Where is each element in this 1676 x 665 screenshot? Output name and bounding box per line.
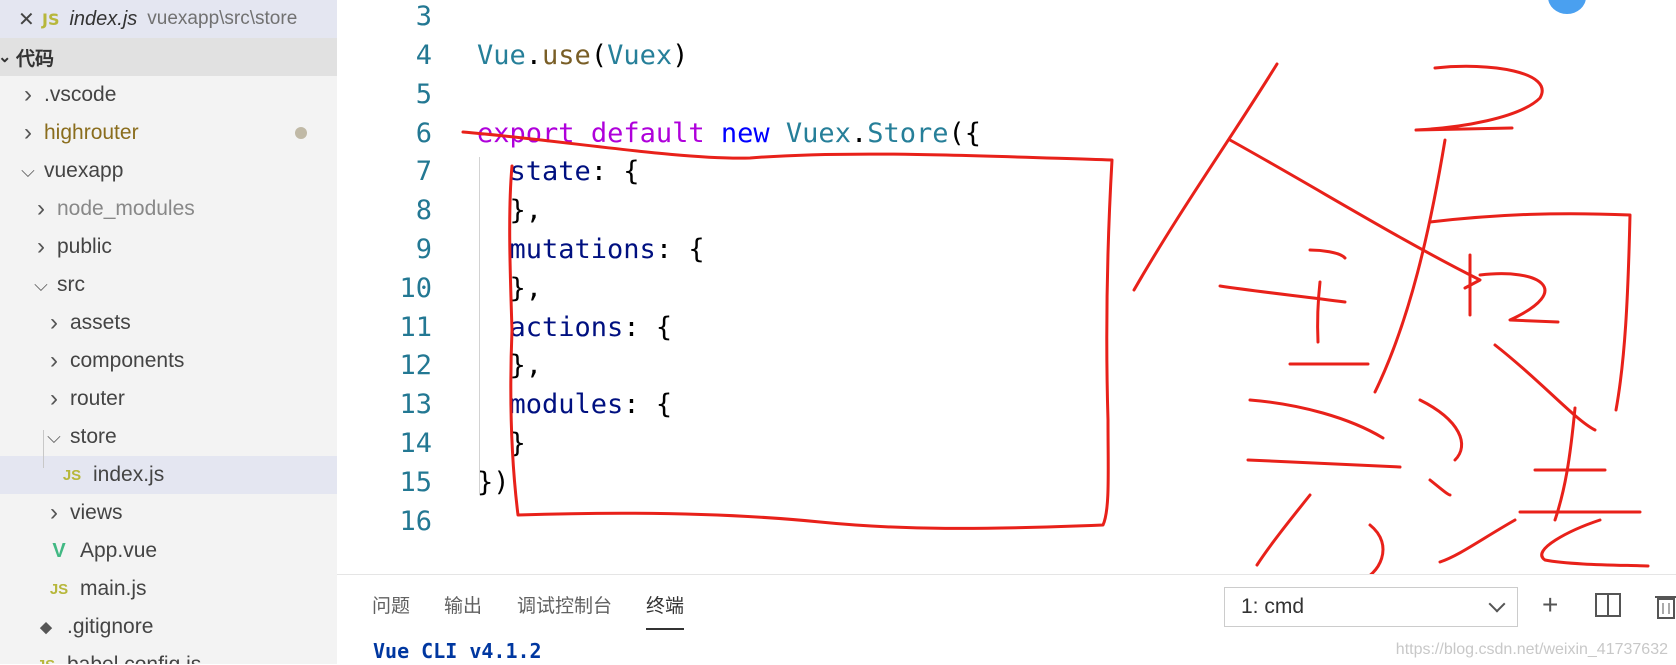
ink-stroke xyxy=(1316,280,1322,344)
ink-stroke xyxy=(1418,398,1464,462)
tab-problems[interactable]: 问题 xyxy=(372,591,410,618)
tab-terminal[interactable]: 终端 xyxy=(646,591,685,630)
trash-icon[interactable] xyxy=(1655,593,1676,619)
ink-stroke xyxy=(1248,398,1385,440)
terminal-select-value: 1: cmd xyxy=(1241,595,1305,618)
ink-stroke xyxy=(1428,478,1452,497)
ink-stroke xyxy=(1428,212,1632,412)
tab-debug-console[interactable]: 调试控制台 xyxy=(517,591,612,618)
terminal-output: Vue CLI v4.1.2 xyxy=(373,639,542,663)
ink-stroke xyxy=(1478,272,1560,324)
ink-stroke xyxy=(1308,248,1347,260)
ink-stroke xyxy=(1553,406,1577,522)
ink-stroke xyxy=(1493,343,1597,432)
ink-stroke xyxy=(1218,284,1347,304)
tab-output[interactable]: 输出 xyxy=(444,591,482,618)
chevron-down-icon xyxy=(1488,595,1506,613)
ink-stroke xyxy=(1438,518,1517,564)
add-terminal-icon[interactable]: + xyxy=(1542,589,1558,621)
ink-stroke xyxy=(1255,493,1312,567)
ink-stroke xyxy=(1132,62,1279,292)
ink-box xyxy=(461,130,1114,530)
watermark: https://blog.csdn.net/weixin_41737632 xyxy=(1395,641,1668,658)
terminal-select[interactable]: 1: cmd xyxy=(1224,587,1518,627)
split-terminal-icon[interactable] xyxy=(1595,593,1621,617)
bottom-panel: 问题 输出 调试控制台 终端 1: cmd + Vue CLI v4.1.2 h… xyxy=(337,574,1676,665)
ink-annotations xyxy=(461,62,1650,584)
ink-stroke xyxy=(1373,138,1447,394)
ink-stroke xyxy=(1246,458,1402,469)
ink-stroke xyxy=(1540,518,1650,568)
ink-stroke xyxy=(1414,64,1544,132)
